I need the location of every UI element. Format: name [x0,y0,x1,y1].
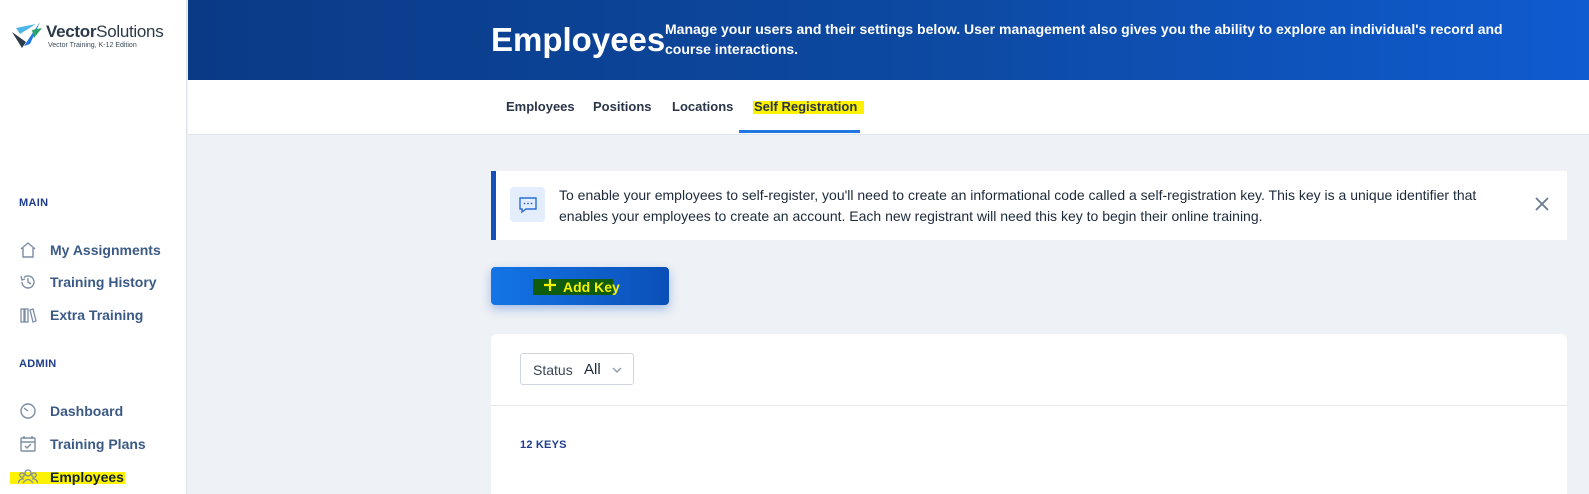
status-filter-value: All [584,361,601,378]
books-icon [18,305,38,325]
page-header: Employees Manage your users and their se… [188,0,1589,80]
calendar-check-icon [18,434,38,454]
tab-self-registration[interactable]: Self Registration [754,99,857,114]
sidebar-item-training-plans[interactable]: Training Plans [18,433,146,455]
status-filter-label: Status [533,362,573,378]
info-banner-text: To enable your employees to self-registe… [559,187,1477,224]
sidebar-item-label: Extra Training [50,307,144,323]
brand-tagline: Vector Training, K-12 Edition [48,42,137,49]
sidebar-item-my-assignments[interactable]: My Assignments [18,239,161,261]
sidebar-item-employees[interactable]: Employees [18,466,124,488]
page-title: Employees [491,21,666,58]
page-description: Manage your users and their settings bel… [665,21,1503,57]
main-section-title: MAIN [19,197,49,209]
tab-locations[interactable]: Locations [672,99,733,114]
gauge-icon [18,401,38,421]
tab-positions[interactable]: Positions [593,99,652,114]
sidebar: VectorSolutions Vector Training, K-12 Ed… [0,0,187,494]
sidebar-item-dashboard[interactable]: Dashboard [18,400,123,422]
home-icon [18,240,38,260]
sidebar-item-label: Employees [50,469,124,485]
sidebar-item-extra-training[interactable]: Extra Training [18,304,143,326]
people-icon [18,467,38,487]
tab-employees[interactable]: Employees [506,99,575,114]
chevron-down-icon [611,363,623,381]
sidebar-item-label: My Assignments [50,242,161,258]
add-key-label: Add Key [563,279,620,295]
active-tab-indicator [739,130,860,133]
sidebar-item-label: Training History [50,274,157,290]
plus-icon [543,278,557,297]
brand-name: VectorSolutions [46,22,164,41]
add-key-button[interactable]: Add Key [491,267,669,305]
close-icon[interactable] [1532,194,1552,214]
panel-divider [491,405,1567,406]
status-filter-select[interactable]: Status All [520,353,634,385]
keys-count: 12 KEYS [520,439,567,451]
history-icon [18,272,38,292]
keys-panel: Status All 12 KEYS [491,334,1567,494]
sidebar-item-training-history[interactable]: Training History [18,271,157,293]
tab-bar: Employees Positions Locations Self Regis… [188,80,1589,135]
sidebar-item-label: Dashboard [50,403,124,419]
logo-icon [12,22,42,48]
admin-section-title: ADMIN [19,358,57,370]
sidebar-item-label: Training Plans [50,436,146,452]
chat-icon [510,187,545,222]
vector-solutions-logo[interactable]: VectorSolutions Vector Training, K-12 Ed… [10,14,180,58]
info-banner: To enable your employees to self-registe… [491,171,1567,240]
